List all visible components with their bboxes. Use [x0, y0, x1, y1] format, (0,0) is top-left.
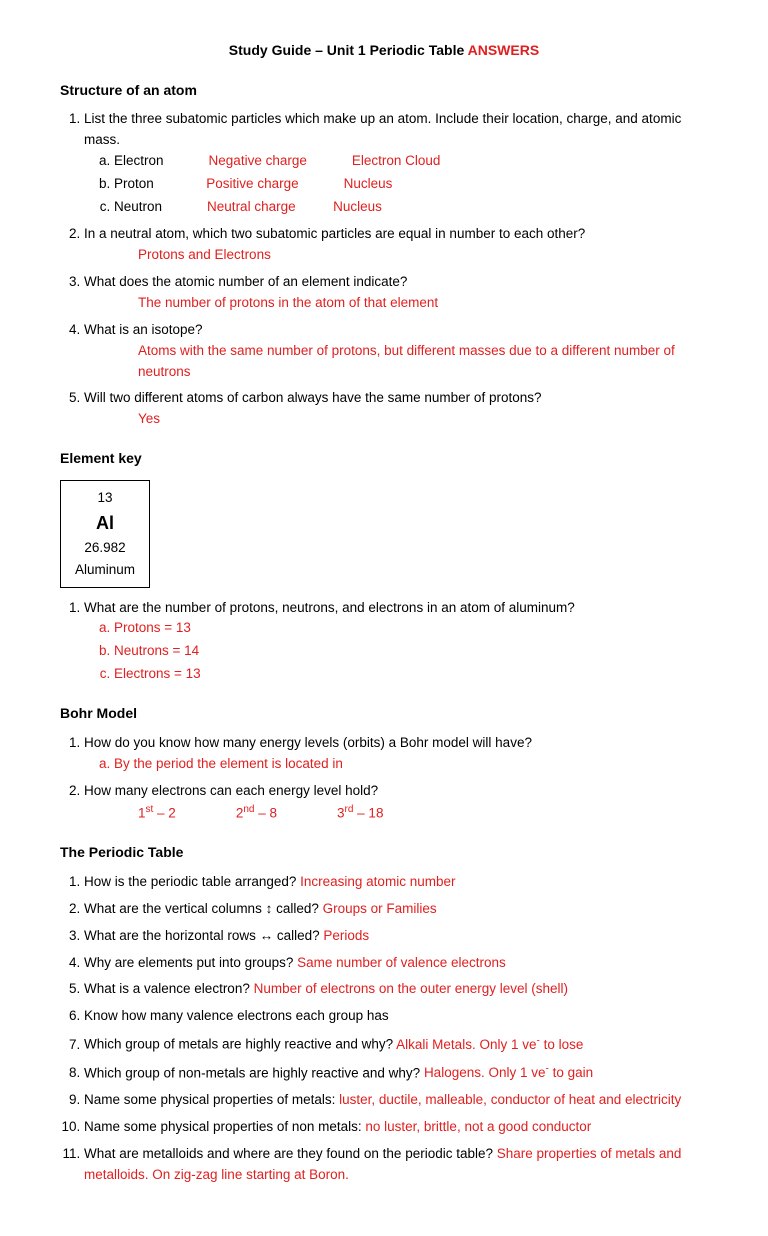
electrons-answer: Electrons = 13 — [114, 664, 708, 685]
section4-list: How is the periodic table arranged? Incr… — [84, 872, 708, 1186]
pt-q4-text: Why are elements put into groups? — [84, 955, 297, 970]
q4-answer: Atoms with the same number of protons, b… — [138, 341, 708, 383]
pt-q3-answer: Periods — [323, 928, 369, 943]
bohr-q1: How do you know how many energy levels (… — [84, 733, 708, 775]
q2-answer: Protons and Electrons — [138, 245, 708, 266]
bohr-q1-answer: By the period the element is located in — [114, 754, 708, 775]
atomic-number: 13 — [65, 487, 145, 509]
element-q1: What are the number of protons, neutrons… — [84, 598, 708, 686]
q1: List the three subatomic particles which… — [84, 109, 708, 218]
pt-q5: What is a valence electron? Number of el… — [84, 979, 708, 1000]
pt-q11: What are metalloids and where are they f… — [84, 1144, 708, 1186]
q2-text: In a neutral atom, which two subatomic p… — [84, 226, 585, 241]
q5-text: Will two different atoms of carbon alway… — [84, 390, 541, 405]
q1-particles: Electron Negative charge Electron Cloud … — [114, 151, 708, 218]
pt-q9-text: Name some physical properties of metals: — [84, 1092, 339, 1107]
element-mass: 26.982 — [65, 537, 145, 559]
pt-q3: What are the horizontal rows ↔ called? P… — [84, 926, 708, 947]
q3: What does the atomic number of an elemen… — [84, 272, 708, 314]
proton-location: Nucleus — [344, 176, 393, 191]
pt-q6: Know how many valence electrons each gro… — [84, 1006, 708, 1027]
section1-list: List the three subatomic particles which… — [84, 109, 708, 430]
pt-q8: Which group of non-metals are highly rea… — [84, 1062, 708, 1084]
pt-q7-answer: Alkali Metals. Only 1 ve- to lose — [396, 1037, 583, 1052]
bohr-level-2: 2nd – 8 — [236, 802, 277, 824]
page-title: Study Guide – Unit 1 Periodic Table ANSW… — [60, 40, 708, 62]
title-main: Study Guide – Unit 1 Periodic Table — [229, 42, 468, 58]
pt-q1: How is the periodic table arranged? Incr… — [84, 872, 708, 893]
pt-q8-text: Which group of non-metals are highly rea… — [84, 1065, 424, 1080]
element-symbol: Al — [65, 509, 145, 538]
element-key-box: 13 Al 26.982 Aluminum — [60, 480, 150, 588]
pt-q7: Which group of metals are highly reactiv… — [84, 1033, 708, 1055]
q4: What is an isotope? Atoms with the same … — [84, 320, 708, 383]
bohr-q1-answer-a: By the period the element is located in — [114, 754, 708, 775]
bohr-q2-text: How many electrons can each energy level… — [84, 783, 378, 798]
bohr-level-3: 3rd – 18 — [337, 802, 383, 824]
particle-neutron: Neutron Neutral charge Nucleus — [114, 197, 708, 218]
proton-charge: Positive charge — [206, 176, 298, 191]
q4-text: What is an isotope? — [84, 322, 203, 337]
electron-label: Electron — [114, 153, 164, 168]
element-name: Aluminum — [65, 559, 145, 581]
electron-charge: Negative charge — [209, 153, 307, 168]
pt-q10: Name some physical properties of non met… — [84, 1117, 708, 1138]
pt-q3-text: What are the horizontal rows ↔ called? — [84, 928, 323, 943]
title-answers: ANSWERS — [468, 42, 540, 58]
proton-label: Proton — [114, 176, 154, 191]
pt-q5-answer: Number of electrons on the outer energy … — [254, 981, 568, 996]
bohr-q2: How many electrons can each energy level… — [84, 781, 708, 824]
pt-q1-text: How is the periodic table arranged? — [84, 874, 300, 889]
pt-q4: Why are elements put into groups? Same n… — [84, 953, 708, 974]
q3-text: What does the atomic number of an elemen… — [84, 274, 407, 289]
section3-header: Bohr Model — [60, 703, 708, 725]
section2-list: What are the number of protons, neutrons… — [84, 598, 708, 686]
q5-answer: Yes — [138, 409, 708, 430]
pt-q11-text: What are metalloids and where are they f… — [84, 1146, 497, 1161]
particle-proton: Proton Positive charge Nucleus — [114, 174, 708, 195]
electron-location: Electron Cloud — [352, 153, 441, 168]
pt-q9-answer: luster, ductile, malleable, conductor of… — [339, 1092, 681, 1107]
pt-q5-text: What is a valence electron? — [84, 981, 254, 996]
section1-header: Structure of an atom — [60, 80, 708, 102]
element-q1-answers: Protons = 13 Neutrons = 14 Electrons = 1… — [114, 618, 708, 685]
pt-q7-text: Which group of metals are highly reactiv… — [84, 1037, 396, 1052]
section2-header: Element key — [60, 448, 708, 470]
element-q1-text: What are the number of protons, neutrons… — [84, 600, 575, 615]
pt-q6-text: Know how many valence electrons each gro… — [84, 1008, 389, 1023]
bohr-level-1: 1st – 2 — [138, 802, 176, 824]
neutron-location: Nucleus — [333, 199, 382, 214]
pt-q8-answer: Halogens. Only 1 ve- to gain — [424, 1065, 593, 1080]
pt-q2-text: What are the vertical columns ↕ called? — [84, 901, 323, 916]
pt-q9: Name some physical properties of metals:… — [84, 1090, 708, 1111]
neutron-charge: Neutral charge — [207, 199, 296, 214]
pt-q10-text: Name some physical properties of non met… — [84, 1119, 365, 1134]
neutrons-answer: Neutrons = 14 — [114, 641, 708, 662]
pt-q2: What are the vertical columns ↕ called? … — [84, 899, 708, 920]
particle-electron: Electron Negative charge Electron Cloud — [114, 151, 708, 172]
q1-text: List the three subatomic particles which… — [84, 111, 681, 147]
protons-answer: Protons = 13 — [114, 618, 708, 639]
pt-q1-answer: Increasing atomic number — [300, 874, 455, 889]
bohr-levels-row: 1st – 2 2nd – 8 3rd – 18 — [138, 802, 708, 824]
neutron-label: Neutron — [114, 199, 162, 214]
pt-q4-answer: Same number of valence electrons — [297, 955, 506, 970]
pt-q2-answer: Groups or Families — [323, 901, 437, 916]
bohr-q1-text: How do you know how many energy levels (… — [84, 735, 532, 750]
q3-answer: The number of protons in the atom of tha… — [138, 293, 708, 314]
section3-list: How do you know how many energy levels (… — [84, 733, 708, 824]
q5: Will two different atoms of carbon alway… — [84, 388, 708, 430]
section4-header: The Periodic Table — [60, 842, 708, 864]
pt-q10-answer: no luster, brittle, not a good conductor — [365, 1119, 591, 1134]
q2: In a neutral atom, which two subatomic p… — [84, 224, 708, 266]
